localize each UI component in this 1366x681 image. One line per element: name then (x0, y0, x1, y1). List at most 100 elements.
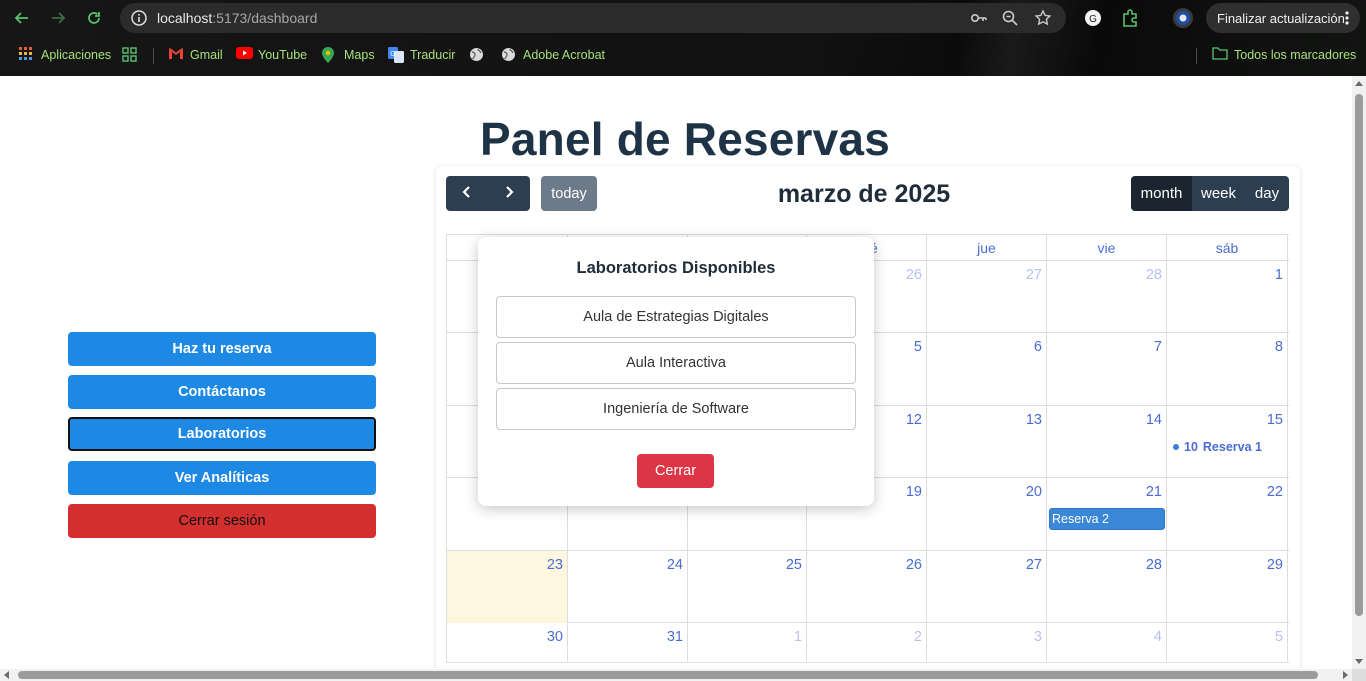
calendar-day-cell[interactable]: 13 (926, 406, 1046, 478)
menu-kebab-icon[interactable] (1344, 9, 1350, 30)
bookmark-globe[interactable] (469, 47, 485, 63)
calendar-day-cell[interactable]: 21 Reserva 2 (1046, 478, 1166, 551)
day-number[interactable]: 15 (1267, 412, 1283, 428)
day-number[interactable]: 27 (1026, 557, 1042, 573)
scroll-down-arrow-icon[interactable] (1355, 659, 1363, 664)
day-number[interactable]: 8 (1275, 339, 1283, 355)
day-number[interactable]: 26 (906, 557, 922, 573)
vertical-scrollbar[interactable] (1352, 76, 1366, 669)
today-button[interactable]: today (541, 176, 597, 211)
day-number[interactable]: 27 (1026, 267, 1042, 283)
password-key-icon[interactable] (970, 9, 988, 27)
calendar-day-cell[interactable]: 6 (926, 333, 1046, 406)
calendar-day-cell[interactable]: 27 (926, 551, 1046, 623)
back-icon[interactable] (10, 6, 34, 30)
extension-g-icon[interactable]: G (1082, 7, 1104, 29)
calendar-day-cell[interactable]: 15 10 Reserva 1 (1166, 406, 1288, 478)
day-number[interactable]: 24 (667, 557, 683, 573)
extensions-puzzle-icon[interactable] (1119, 7, 1141, 29)
bookmark-maps[interactable]: Maps (322, 47, 375, 63)
logout-button[interactable]: Cerrar sesión (68, 504, 376, 538)
modal-close-button[interactable]: Cerrar (637, 454, 714, 488)
day-number[interactable]: 2 (914, 629, 922, 645)
calendar-event[interactable]: Reserva 2 (1049, 508, 1165, 530)
day-number[interactable]: 28 (1146, 267, 1162, 283)
bookmark-adobe-acrobat[interactable]: Adobe Acrobat (501, 47, 605, 63)
reload-icon[interactable] (82, 6, 106, 30)
bookmark-tab-groups[interactable] (122, 47, 138, 63)
calendar-day-cell[interactable]: 1 (1166, 261, 1288, 333)
calendar-day-cell[interactable]: 1 (687, 623, 806, 663)
day-number[interactable]: 3 (1034, 629, 1042, 645)
prev-month-button[interactable] (446, 176, 488, 211)
day-number[interactable]: 19 (906, 484, 922, 500)
day-number[interactable]: 29 (1267, 557, 1283, 573)
calendar-day-cell[interactable]: 20 (926, 478, 1046, 551)
calendar-day-cell[interactable]: 27 (926, 261, 1046, 333)
finish-update-button[interactable]: Finalizar actualización (1206, 3, 1360, 33)
all-bookmarks[interactable]: Todos los marcadores (1212, 47, 1356, 63)
calendar-day-today[interactable]: 23 (446, 551, 567, 623)
scroll-up-arrow-icon[interactable] (1355, 81, 1363, 86)
calendar-day-cell[interactable]: 29 (1166, 551, 1288, 623)
day-number[interactable]: 14 (1146, 412, 1162, 428)
profile-avatar-icon[interactable] (1172, 7, 1194, 29)
horizontal-scroll-thumb[interactable] (18, 671, 1318, 679)
scroll-right-arrow-icon[interactable] (1343, 671, 1348, 679)
day-number[interactable]: 20 (1026, 484, 1042, 500)
forward-icon[interactable] (46, 6, 70, 30)
view-week-button[interactable]: week (1192, 176, 1245, 211)
site-info-icon[interactable] (130, 9, 148, 27)
view-day-button[interactable]: day (1245, 176, 1289, 211)
vertical-scroll-thumb[interactable] (1355, 94, 1363, 616)
day-number[interactable]: 26 (906, 267, 922, 283)
calendar-day-cell[interactable]: 25 (687, 551, 806, 623)
view-analytics-button[interactable]: Ver Analíticas (68, 461, 376, 495)
day-number[interactable]: 31 (667, 629, 683, 645)
day-number[interactable]: 5 (1275, 629, 1283, 645)
bookmark-star-icon[interactable] (1034, 9, 1052, 27)
calendar-day-cell[interactable]: 3 (926, 623, 1046, 663)
scroll-left-arrow-icon[interactable] (4, 671, 9, 679)
calendar-day-cell[interactable]: 2 (806, 623, 926, 663)
next-month-button[interactable] (488, 176, 530, 211)
lab-option-estrategias-digitales[interactable]: Aula de Estrategias Digitales (496, 296, 856, 338)
day-number[interactable]: 21 (1146, 484, 1162, 500)
lab-option-aula-interactiva[interactable]: Aula Interactiva (496, 342, 856, 384)
day-number[interactable]: 30 (547, 629, 563, 645)
calendar-day-cell[interactable]: 24 (567, 551, 687, 623)
bookmark-gmail[interactable]: Gmail (168, 47, 223, 63)
view-month-button[interactable]: month (1131, 176, 1192, 211)
calendar-day-cell[interactable]: 22 (1166, 478, 1288, 551)
day-number[interactable]: 28 (1146, 557, 1162, 573)
day-number[interactable]: 6 (1034, 339, 1042, 355)
lab-option-ingenieria-software[interactable]: Ingeniería de Software (496, 388, 856, 430)
bookmark-translate[interactable]: G Traducir (388, 47, 455, 63)
day-number[interactable]: 1 (794, 629, 802, 645)
calendar-day-cell[interactable]: 26 (806, 551, 926, 623)
day-number[interactable]: 4 (1154, 629, 1162, 645)
contact-button[interactable]: Contáctanos (68, 375, 376, 409)
day-number[interactable]: 7 (1154, 339, 1162, 355)
bookmark-youtube[interactable]: YouTube (236, 47, 307, 63)
day-number[interactable]: 1 (1275, 267, 1283, 283)
laboratories-button[interactable]: Laboratorios (68, 417, 376, 451)
calendar-day-cell[interactable]: 7 (1046, 333, 1166, 406)
bookmark-apps[interactable]: Aplicaciones (19, 47, 111, 63)
calendar-day-cell[interactable]: 14 (1046, 406, 1166, 478)
calendar-day-cell[interactable]: 31 (567, 623, 687, 663)
zoom-icon[interactable] (1001, 9, 1019, 27)
day-number[interactable]: 12 (906, 412, 922, 428)
horizontal-scrollbar[interactable] (0, 669, 1352, 681)
day-number[interactable]: 22 (1267, 484, 1283, 500)
day-number[interactable]: 25 (786, 557, 802, 573)
day-number[interactable]: 23 (547, 557, 563, 573)
calendar-day-cell[interactable]: 5 (1166, 623, 1288, 663)
calendar-day-cell[interactable]: 30 (446, 623, 567, 663)
calendar-event[interactable]: 10 Reserva 1 (1173, 440, 1262, 454)
day-number[interactable]: 5 (914, 339, 922, 355)
calendar-day-cell[interactable]: 8 (1166, 333, 1288, 406)
calendar-day-cell[interactable]: 4 (1046, 623, 1166, 663)
calendar-day-cell[interactable]: 28 (1046, 551, 1166, 623)
address-bar[interactable]: localhost:5173/dashboard (120, 3, 1066, 33)
